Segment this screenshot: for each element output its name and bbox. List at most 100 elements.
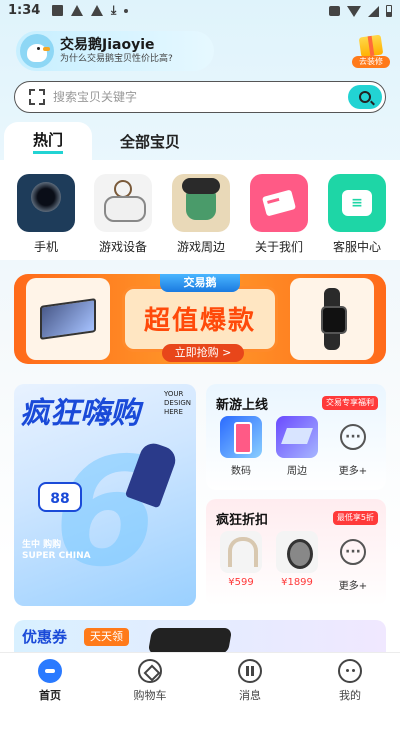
peripheral-item[interactable]: 周边 bbox=[272, 416, 322, 477]
nav-cart[interactable]: 购物车 bbox=[115, 659, 185, 703]
search-bar bbox=[14, 81, 386, 113]
more-label: 更多+ bbox=[338, 466, 368, 477]
tab-bar: 热门 全部宝贝 bbox=[0, 122, 400, 160]
tablet-product bbox=[26, 278, 110, 360]
coupon-title: 优惠券 bbox=[22, 628, 68, 646]
more-new-button[interactable]: ··· 更多+ bbox=[328, 416, 378, 477]
more-dot-icon bbox=[124, 9, 129, 13]
tab-hot-label: 热门 bbox=[32, 129, 63, 154]
brand-banner[interactable]: 交易鹅Jiaoyie 为什么交易鹅宝贝性价比高? bbox=[16, 31, 214, 71]
banner-headline: 超值爆款 bbox=[143, 306, 256, 336]
watch-image bbox=[276, 531, 318, 573]
briefcase-icon bbox=[329, 6, 340, 16]
phone-icon bbox=[17, 174, 75, 232]
search-button[interactable] bbox=[348, 85, 382, 109]
coupon-banner[interactable]: 优惠券 天天领 bbox=[14, 620, 386, 654]
nav-home[interactable]: 首页 bbox=[15, 659, 85, 703]
category-label: 客服中心 bbox=[332, 240, 381, 254]
category-label: 手机 bbox=[33, 240, 58, 254]
nav-label: 首页 bbox=[39, 689, 61, 702]
gamepad-icon bbox=[94, 174, 152, 232]
watch-product bbox=[290, 278, 374, 360]
category-grid: 手机 游戏设备 游戏周边 关于我们 ≡ 客服中心 bbox=[0, 160, 400, 260]
more-dots-icon: ··· bbox=[340, 424, 366, 450]
status-bar: 1:34 ⤓ bbox=[0, 0, 400, 24]
category-label: 游戏周边 bbox=[176, 240, 225, 254]
wifi-icon bbox=[347, 5, 361, 17]
notification-icons: ⤓ bbox=[52, 3, 129, 17]
watch-item[interactable]: ¥1899 bbox=[272, 531, 322, 588]
promo-poster[interactable]: 6 疯狂嗨购 YOUR DESIGN HERE 88 生中 购购 SUPER C… bbox=[14, 384, 196, 606]
discount-title: 疯狂折扣 bbox=[216, 513, 269, 528]
download-icon: ⤓ bbox=[111, 3, 117, 17]
tablet-image bbox=[40, 298, 96, 340]
system-nav-area bbox=[0, 708, 400, 744]
tab-all-items[interactable]: 全部宝贝 bbox=[100, 122, 200, 160]
system-icons bbox=[329, 5, 392, 17]
smartwatch-image bbox=[321, 288, 347, 350]
warning-icon bbox=[71, 5, 83, 16]
image-notification-icon bbox=[52, 5, 63, 16]
card-icon bbox=[250, 174, 308, 232]
discount-tag: 最低享5折 bbox=[332, 511, 378, 525]
category-service-center[interactable]: ≡ 客服中心 bbox=[322, 174, 392, 254]
banner-tag: 交易鹅 bbox=[160, 274, 240, 292]
new-games-tag: 交易专享福利 bbox=[322, 396, 378, 410]
peripheral-image bbox=[276, 416, 318, 458]
gift-icon bbox=[358, 34, 384, 58]
more-dots-icon: ··· bbox=[340, 539, 366, 565]
search-input[interactable] bbox=[53, 87, 343, 107]
category-game-merch[interactable]: 游戏周边 bbox=[166, 174, 236, 254]
new-games-title: 新游上线 bbox=[216, 398, 269, 413]
brand-subtitle: 为什么交易鹅宝贝性价比高? bbox=[60, 54, 173, 64]
profile-icon bbox=[338, 659, 362, 683]
gift-label: 去装修 bbox=[352, 56, 390, 68]
cart-icon bbox=[138, 659, 162, 683]
item-caption: 周边 bbox=[287, 466, 307, 477]
tab-hot[interactable]: 热门 bbox=[4, 122, 92, 160]
figure-icon bbox=[172, 174, 230, 232]
decorate-gift-button[interactable]: 去装修 bbox=[352, 34, 390, 70]
item-caption: 数码 bbox=[231, 466, 251, 477]
nav-label: 购物车 bbox=[133, 689, 167, 702]
category-label: 关于我们 bbox=[254, 240, 303, 254]
warning-icon-2 bbox=[91, 5, 103, 16]
battery-icon bbox=[386, 5, 392, 17]
chat-icon: ≡ bbox=[328, 174, 386, 232]
new-games-panel: 新游上线 交易专享福利 数码 周边 ··· 更多+ bbox=[206, 384, 386, 490]
digital-phone-image bbox=[220, 416, 262, 458]
promo-badge: 88 bbox=[38, 482, 82, 512]
search-icon bbox=[359, 91, 371, 103]
item-price: ¥1899 bbox=[281, 577, 313, 588]
hot-deals-banner[interactable]: 交易鹅 超值爆款 立即抢购 > bbox=[14, 274, 386, 364]
more-discount-button[interactable]: ··· 更多+ bbox=[328, 531, 378, 592]
coupon-tag: 天天领 bbox=[84, 628, 129, 646]
nav-profile[interactable]: 我的 bbox=[315, 659, 385, 703]
home-icon bbox=[38, 659, 62, 683]
digital-item[interactable]: 数码 bbox=[216, 416, 266, 477]
category-label: 游戏设备 bbox=[98, 240, 147, 254]
goose-logo-icon bbox=[20, 34, 54, 68]
promo-bottom-text: 生中 购购 SUPER CHINA bbox=[22, 540, 91, 561]
status-time: 1:34 bbox=[8, 3, 41, 18]
category-phone[interactable]: 手机 bbox=[11, 174, 81, 254]
buy-now-button[interactable]: 立即抢购 > bbox=[162, 344, 244, 362]
coupon-graphic bbox=[147, 628, 233, 654]
category-game-device[interactable]: 游戏设备 bbox=[88, 174, 158, 254]
promo-title: 疯狂嗨购 bbox=[20, 396, 140, 431]
bottom-nav: 首页 购物车 消息 我的 bbox=[0, 652, 400, 708]
nav-messages[interactable]: 消息 bbox=[215, 659, 285, 703]
more-label: 更多+ bbox=[338, 581, 368, 592]
headphones-item[interactable]: ¥599 bbox=[216, 531, 266, 588]
scan-icon[interactable] bbox=[29, 89, 45, 105]
message-icon bbox=[238, 659, 262, 683]
nav-label: 我的 bbox=[339, 689, 361, 702]
promo-side-text: YOUR DESIGN HERE bbox=[164, 390, 191, 416]
discount-panel: 疯狂折扣 最低享5折 ¥599 ¥1899 ··· 更多+ bbox=[206, 499, 386, 606]
signal-icon bbox=[368, 5, 379, 17]
category-about-us[interactable]: 关于我们 bbox=[244, 174, 314, 254]
headphones-image bbox=[220, 531, 262, 573]
brand-title: 交易鹅Jiaoyie bbox=[60, 37, 155, 53]
nav-label: 消息 bbox=[239, 689, 261, 702]
item-price: ¥599 bbox=[228, 577, 254, 588]
